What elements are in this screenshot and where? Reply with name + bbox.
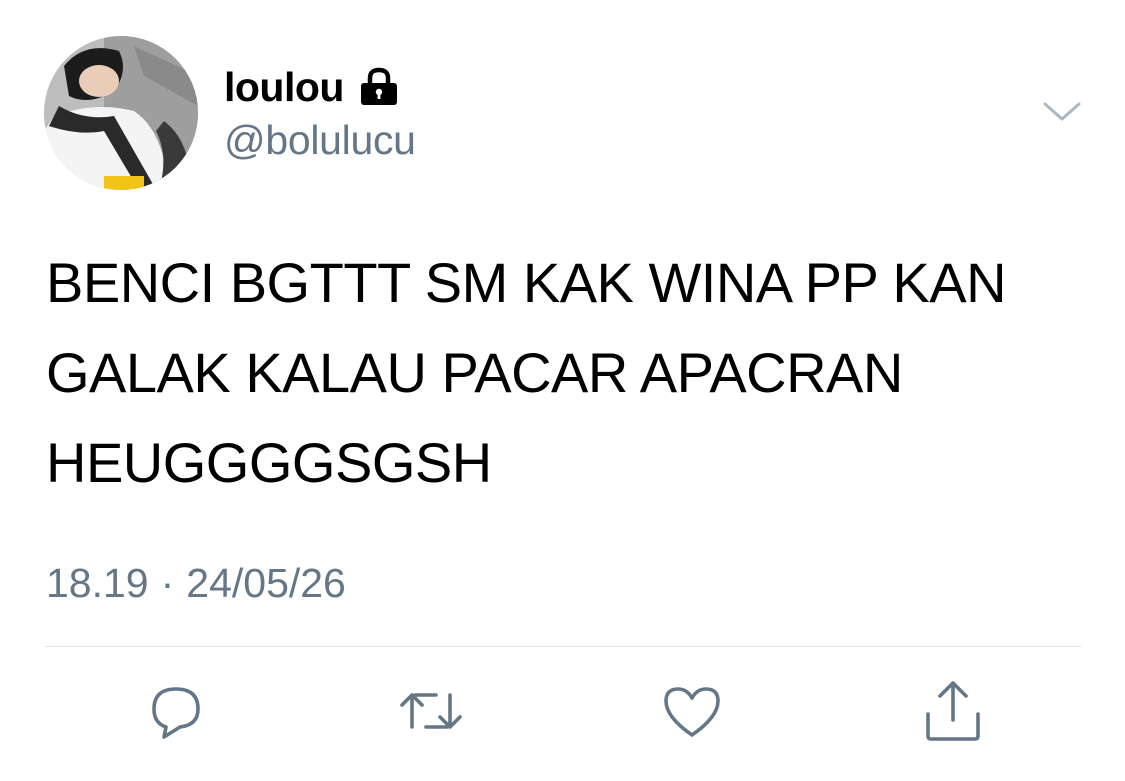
share-button[interactable] <box>920 678 986 744</box>
display-name[interactable]: loulou <box>224 64 344 111</box>
avatar-photo <box>44 36 198 190</box>
tweet-date: 24/05/26 <box>186 560 346 606</box>
tweet-actions-bar <box>0 678 1125 748</box>
avatar[interactable] <box>44 36 198 190</box>
lock-icon <box>358 67 400 107</box>
heart-icon <box>664 687 720 737</box>
retweet-button[interactable] <box>398 678 464 744</box>
like-button[interactable] <box>659 678 725 744</box>
tweet-text: BENCI BGTTT SM KAK WINA PP KAN GALAK KAL… <box>46 251 1007 494</box>
reply-icon <box>152 687 200 739</box>
timestamp-separator: · <box>160 560 175 606</box>
divider <box>46 646 1081 647</box>
tweet-time: 18.19 <box>46 560 149 606</box>
tweet-timestamp[interactable]: 18.19 · 24/05/26 <box>46 560 346 607</box>
user-name-row: loulou <box>224 62 400 112</box>
tweet-card: loulou @bolulucu BENCI BGTTT SM KAK WINA… <box>0 0 1125 781</box>
chevron-down-icon[interactable] <box>1040 96 1084 126</box>
reply-button[interactable] <box>143 678 209 744</box>
retweet-icon <box>400 693 462 729</box>
user-handle[interactable]: @bolulucu <box>224 117 416 164</box>
share-icon <box>926 681 980 741</box>
